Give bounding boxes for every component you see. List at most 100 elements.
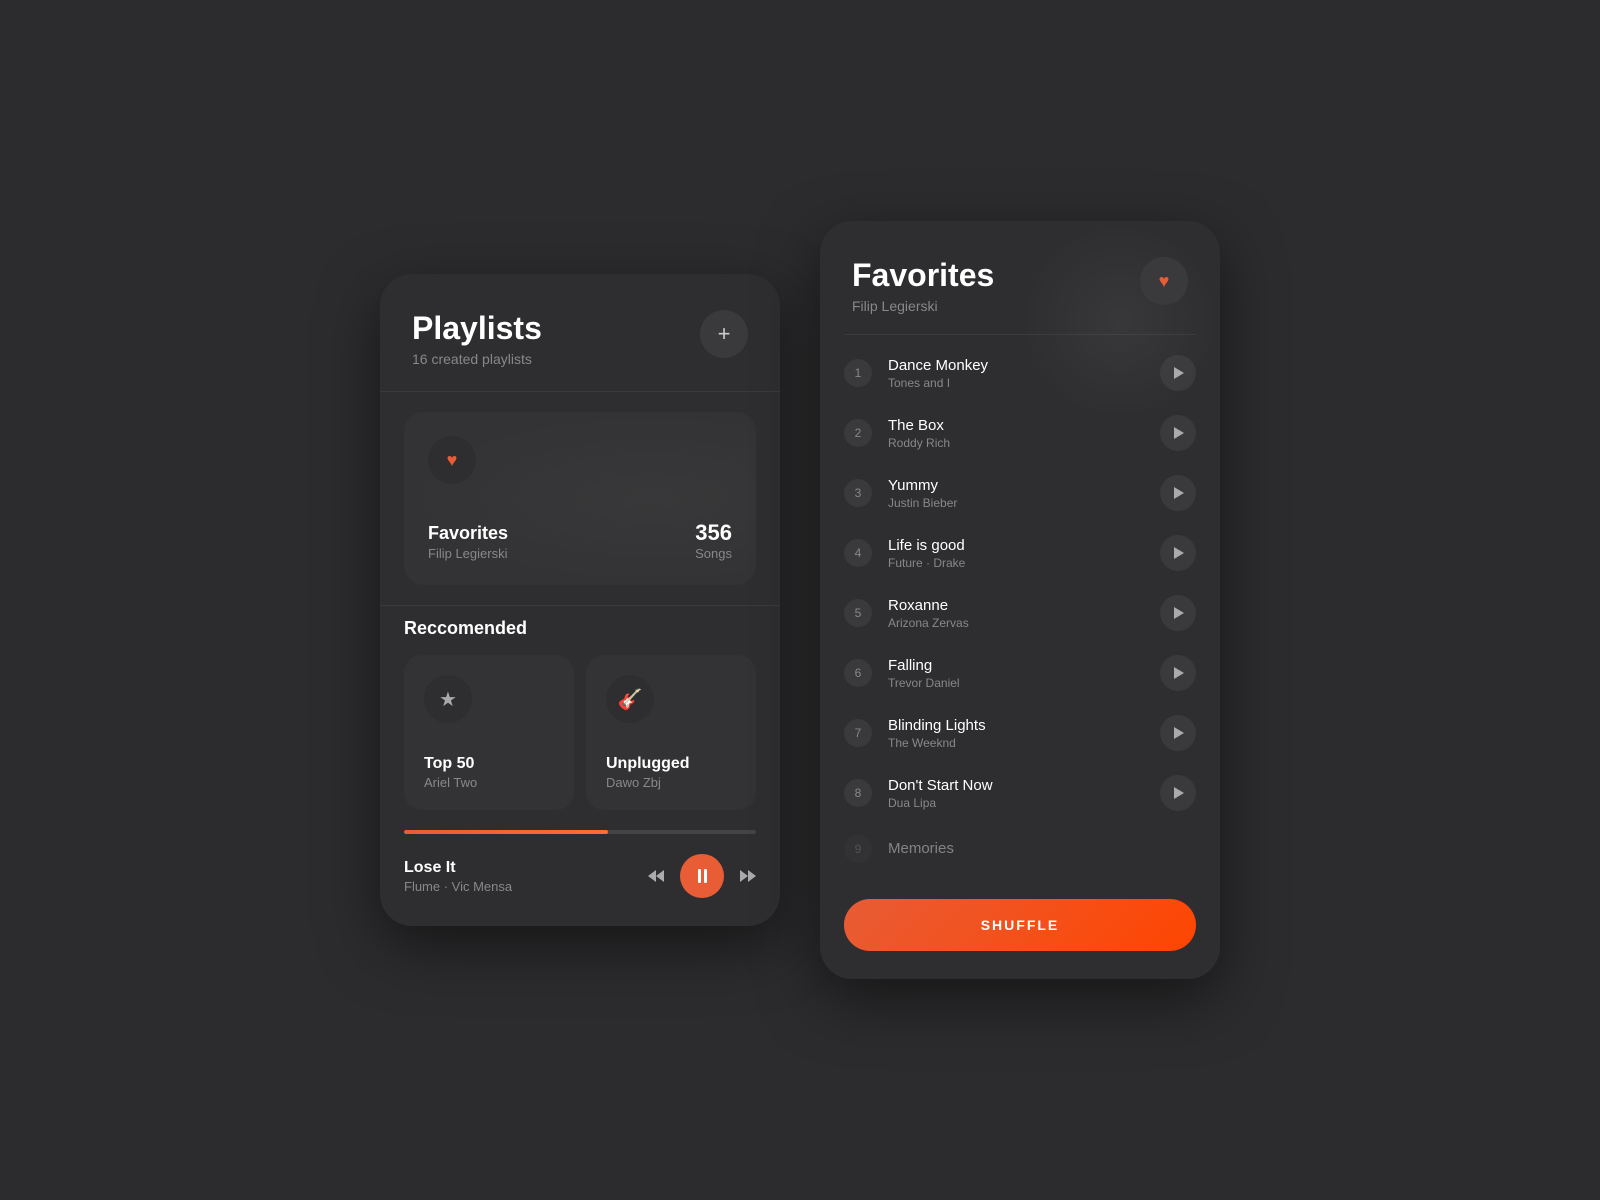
skip-forward-button[interactable] [740, 870, 756, 882]
song-title-3: Yummy [888, 477, 1144, 494]
playlists-panel: Playlists 16 created playlists + ♥ Favor… [380, 274, 780, 926]
favorites-panel-subtitle: Filip Legierski [852, 298, 994, 314]
song-play-button-8[interactable] [1160, 775, 1196, 811]
now-playing-info: Lose It Flume · Vic Mensa [404, 859, 512, 894]
guitar-icon: 🎸 [618, 687, 643, 712]
song-artist-2: Roddy Rich [888, 436, 1144, 450]
song-artist-5: Arizona Zervas [888, 616, 1144, 630]
rec-card-name-2: Unplugged [606, 755, 736, 773]
favorites-heart-button[interactable]: ♥ [1140, 257, 1188, 305]
favorites-count-label: Songs [695, 546, 732, 561]
song-num-7: 7 [844, 719, 872, 747]
song-num-2: 2 [844, 419, 872, 447]
skip-back-icon [648, 870, 664, 882]
rec-card-name-1: Top 50 [424, 755, 554, 773]
song-num-4: 4 [844, 539, 872, 567]
recommended-section: Reccomended ★ Top 50 Ariel Two 🎸 Unplugg… [380, 606, 780, 830]
play-triangle-8 [1174, 787, 1184, 799]
shuffle-button[interactable]: SHUFFLE [844, 899, 1196, 951]
recommended-card-unplugged[interactable]: 🎸 Unplugged Dawo Zbj [586, 655, 756, 810]
skip-forward-icon [740, 870, 756, 882]
song-title-7: Blinding Lights [888, 717, 1144, 734]
song-num-9: 9 [844, 835, 872, 863]
song-title-4: Life is good [888, 537, 1144, 554]
song-info-4: Life is good Future · Drake [888, 537, 1144, 570]
song-title-5: Roxanne [888, 597, 1144, 614]
playlists-header: Playlists 16 created playlists + [380, 274, 780, 391]
song-info-5: Roxanne Arizona Zervas [888, 597, 1144, 630]
plus-icon: + [718, 321, 731, 347]
favorites-section: ♥ Favorites Filip Legierski 356 Songs [380, 392, 780, 605]
song-info-8: Don't Start Now Dua Lipa [888, 777, 1144, 810]
play-triangle-5 [1174, 607, 1184, 619]
song-play-button-7[interactable] [1160, 715, 1196, 751]
pause-button[interactable] [680, 854, 724, 898]
song-artist-6: Trevor Daniel [888, 676, 1144, 690]
song-artist-4: Future · Drake [888, 556, 1144, 570]
play-triangle-2 [1174, 427, 1184, 439]
song-play-button-5[interactable] [1160, 595, 1196, 631]
rec-card-owner-1: Ariel Two [424, 775, 554, 790]
song-item-7: 7 Blinding Lights The Weeknd [820, 703, 1220, 763]
star-icon: ★ [439, 687, 457, 712]
playlists-title-group: Playlists 16 created playlists [412, 310, 542, 367]
progress-track[interactable] [404, 830, 756, 834]
add-playlist-button[interactable]: + [700, 310, 748, 358]
play-triangle-4 [1174, 547, 1184, 559]
song-play-button-4[interactable] [1160, 535, 1196, 571]
play-triangle-6 [1174, 667, 1184, 679]
song-title-6: Falling [888, 657, 1144, 674]
recommended-card-top50[interactable]: ★ Top 50 Ariel Two [404, 655, 574, 810]
pause-bar-1 [698, 869, 701, 883]
song-info-6: Falling Trevor Daniel [888, 657, 1144, 690]
heart-icon-container: ♥ [428, 436, 476, 484]
heart-icon: ♥ [447, 450, 458, 471]
song-artist-8: Dua Lipa [888, 796, 1144, 810]
song-item-3: 3 Yummy Justin Bieber [820, 463, 1220, 523]
song-item-9: 9 Memories [820, 823, 1220, 875]
song-artist-7: The Weeknd [888, 736, 1144, 750]
progress-fill [404, 830, 608, 834]
play-triangle-3 [1174, 487, 1184, 499]
song-info-3: Yummy Justin Bieber [888, 477, 1144, 510]
playlists-subtitle: 16 created playlists [412, 351, 542, 367]
recommended-section-title: Reccomended [404, 618, 756, 639]
favorites-playlist-name: Favorites [428, 523, 508, 544]
favorites-card[interactable]: ♥ Favorites Filip Legierski 356 Songs [404, 412, 756, 585]
favorites-card-bottom: Favorites Filip Legierski 356 Songs [428, 520, 732, 561]
song-play-button-6[interactable] [1160, 655, 1196, 691]
shuffle-section: SHUFFLE [820, 883, 1220, 979]
song-artist-3: Justin Bieber [888, 496, 1144, 510]
song-item-5: 5 Roxanne Arizona Zervas [820, 583, 1220, 643]
favorites-header: Favorites Filip Legierski ♥ [820, 221, 1220, 334]
now-playing-bar: Lose It Flume · Vic Mensa [380, 838, 780, 926]
song-info-2: The Box Roddy Rich [888, 417, 1144, 450]
song-num-5: 5 [844, 599, 872, 627]
pause-bar-2 [704, 869, 707, 883]
rec-card-owner-2: Dawo Zbj [606, 775, 736, 790]
playlists-title: Playlists [412, 310, 542, 347]
rec-icon-container-1: ★ [424, 675, 472, 723]
now-playing-artist: Flume · Vic Mensa [404, 879, 512, 894]
song-num-8: 8 [844, 779, 872, 807]
playback-controls [648, 854, 756, 898]
rec-icon-container-2: 🎸 [606, 675, 654, 723]
heart-btn-icon: ♥ [1159, 271, 1170, 292]
recommended-grid: ★ Top 50 Ariel Two 🎸 Unplugged Dawo Zbj [404, 655, 756, 810]
song-item-8: 8 Don't Start Now Dua Lipa [820, 763, 1220, 823]
now-playing-title: Lose It [404, 859, 512, 877]
song-info-7: Blinding Lights The Weeknd [888, 717, 1144, 750]
favorites-panel: Favorites Filip Legierski ♥ 1 Dance Monk… [820, 221, 1220, 979]
progress-section [380, 830, 780, 838]
play-triangle-7 [1174, 727, 1184, 739]
song-item-6: 6 Falling Trevor Daniel [820, 643, 1220, 703]
skip-back-button[interactable] [648, 870, 664, 882]
favorites-count-group: 356 Songs [695, 520, 732, 561]
pause-icon [698, 869, 707, 883]
favorites-playlist-owner: Filip Legierski [428, 546, 508, 561]
song-play-button-3[interactable] [1160, 475, 1196, 511]
song-item-4: 4 Life is good Future · Drake [820, 523, 1220, 583]
song-num-6: 6 [844, 659, 872, 687]
favorites-title-group: Favorites Filip Legierski [852, 257, 994, 314]
favorites-info: Favorites Filip Legierski [428, 523, 508, 561]
